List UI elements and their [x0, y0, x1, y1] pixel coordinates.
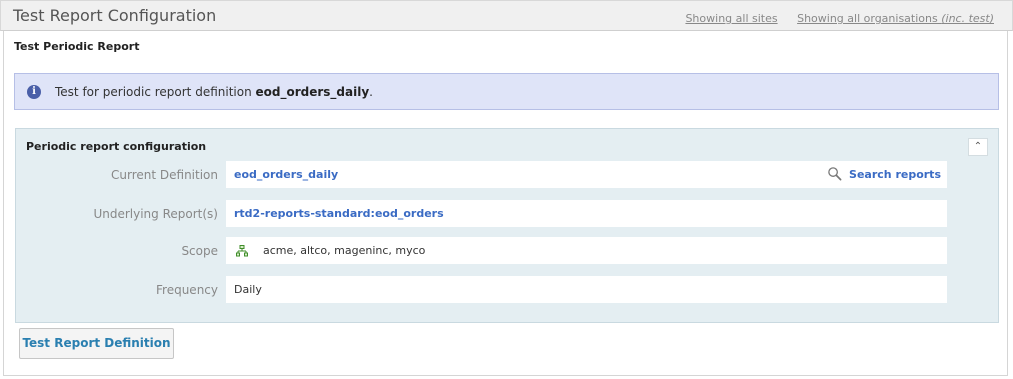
- search-reports-label: Search reports: [849, 168, 941, 181]
- underlying-report-link[interactable]: rtd2-reports-standard:eod_orders: [234, 207, 444, 220]
- row-scope: Scope acme, altco, mageninc, myco: [16, 237, 1000, 265]
- scope-value-box: acme, altco, mageninc, myco: [226, 237, 947, 264]
- info-text: Test for periodic report definition eod_…: [55, 85, 373, 99]
- page-header: Test Report Configuration Showing all si…: [0, 0, 1013, 31]
- scope-label: Scope: [181, 244, 218, 258]
- showing-all-organisations-link[interactable]: Showing all organisations (inc. test): [797, 12, 994, 25]
- main-panel: Test Periodic Report i Test for periodic…: [3, 31, 1008, 376]
- page-title: Test Report Configuration: [13, 6, 217, 25]
- config-section-title: Periodic report configuration: [26, 140, 207, 153]
- info-prefix: Test for periodic report definition: [55, 85, 256, 99]
- frequency-value-box: Daily: [226, 276, 947, 303]
- showing-all-sites-link[interactable]: Showing all sites: [685, 12, 777, 25]
- header-links: Showing all sites Showing all organisati…: [669, 12, 994, 25]
- search-reports-link[interactable]: Search reports: [828, 167, 941, 181]
- info-icon: i: [27, 85, 41, 99]
- row-frequency: Frequency Daily: [16, 276, 1000, 304]
- orgs-link-suffix: (inc. test): [941, 12, 994, 25]
- search-icon: [828, 167, 842, 181]
- info-definition-name: eod_orders_daily: [255, 85, 370, 99]
- current-definition-value-box: eod_orders_daily Search reports: [226, 161, 947, 188]
- info-suffix: .: [369, 85, 373, 99]
- info-message: i Test for periodic report definition eo…: [14, 73, 999, 110]
- frequency-value: Daily: [234, 283, 262, 296]
- chevron-up-icon: ⌃: [973, 141, 983, 152]
- underlying-reports-value-box: rtd2-reports-standard:eod_orders: [226, 200, 947, 227]
- row-underlying-reports: Underlying Report(s) rtd2-reports-standa…: [16, 200, 1000, 228]
- scope-value: acme, altco, mageninc, myco: [263, 244, 426, 257]
- panel-title: Test Periodic Report: [14, 40, 140, 53]
- test-report-definition-button[interactable]: Test Report Definition: [19, 328, 174, 359]
- orgs-link-text: Showing all organisations: [797, 12, 942, 25]
- frequency-label: Frequency: [156, 283, 218, 297]
- row-current-definition: Current Definition eod_orders_daily Sear…: [16, 161, 1000, 189]
- collapse-button[interactable]: ⌃: [968, 138, 988, 156]
- underlying-reports-label: Underlying Report(s): [93, 207, 218, 221]
- config-section: Periodic report configuration ⌃ Current …: [15, 128, 999, 323]
- current-definition-label: Current Definition: [111, 168, 218, 182]
- current-definition-link[interactable]: eod_orders_daily: [234, 168, 338, 181]
- org-tree-icon: [236, 245, 248, 257]
